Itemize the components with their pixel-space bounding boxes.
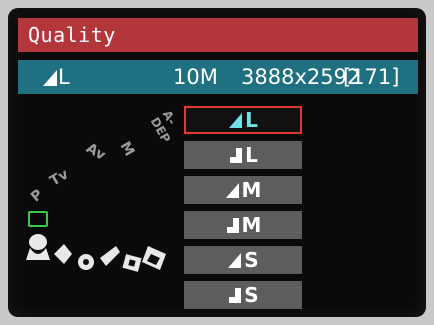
megapixels-value: 10M	[173, 65, 218, 89]
dial-label-p: P	[28, 186, 47, 206]
quality-option-large-fine[interactable]: L	[184, 106, 302, 134]
fine-compression-icon	[42, 69, 58, 87]
shots-remaining: [171]	[343, 65, 400, 89]
current-quality-info-bar: L 10M 3888x2592 [171]	[18, 60, 418, 94]
quality-option-large-normal[interactable]: L	[184, 141, 302, 169]
quality-options-list: L L M M S S	[184, 106, 302, 316]
dial-label-m: M	[116, 138, 138, 160]
landscape-mode-icon	[54, 244, 72, 264]
fine-compression-icon	[225, 182, 239, 198]
fine-compression-icon	[228, 252, 242, 268]
normal-compression-icon	[229, 287, 242, 303]
fine-compression-icon	[229, 112, 243, 128]
mode-dial: A-DEP M Av Tv P	[16, 108, 186, 308]
quality-option-medium-normal[interactable]: M	[184, 211, 302, 239]
auto-mode-icon	[28, 211, 48, 227]
portrait-mode-icon	[29, 234, 47, 250]
menu-title-bar: Quality	[18, 18, 418, 52]
current-quality-label: L	[42, 60, 70, 94]
normal-compression-icon	[226, 217, 239, 233]
scene-mode-icons	[26, 234, 166, 272]
menu-title: Quality	[28, 23, 116, 47]
dial-label-tv: Tv	[47, 166, 72, 190]
quality-option-small-normal[interactable]: S	[184, 281, 302, 309]
sports-mode-icon	[100, 246, 120, 266]
dial-label-av: Av	[83, 140, 109, 164]
normal-compression-icon	[230, 147, 243, 163]
quality-option-small-fine[interactable]: S	[184, 246, 302, 274]
camera-lcd-screen: Quality L 10M 3888x2592 [171] A-DEP M Av…	[8, 8, 426, 317]
quality-option-medium-fine[interactable]: M	[184, 176, 302, 204]
